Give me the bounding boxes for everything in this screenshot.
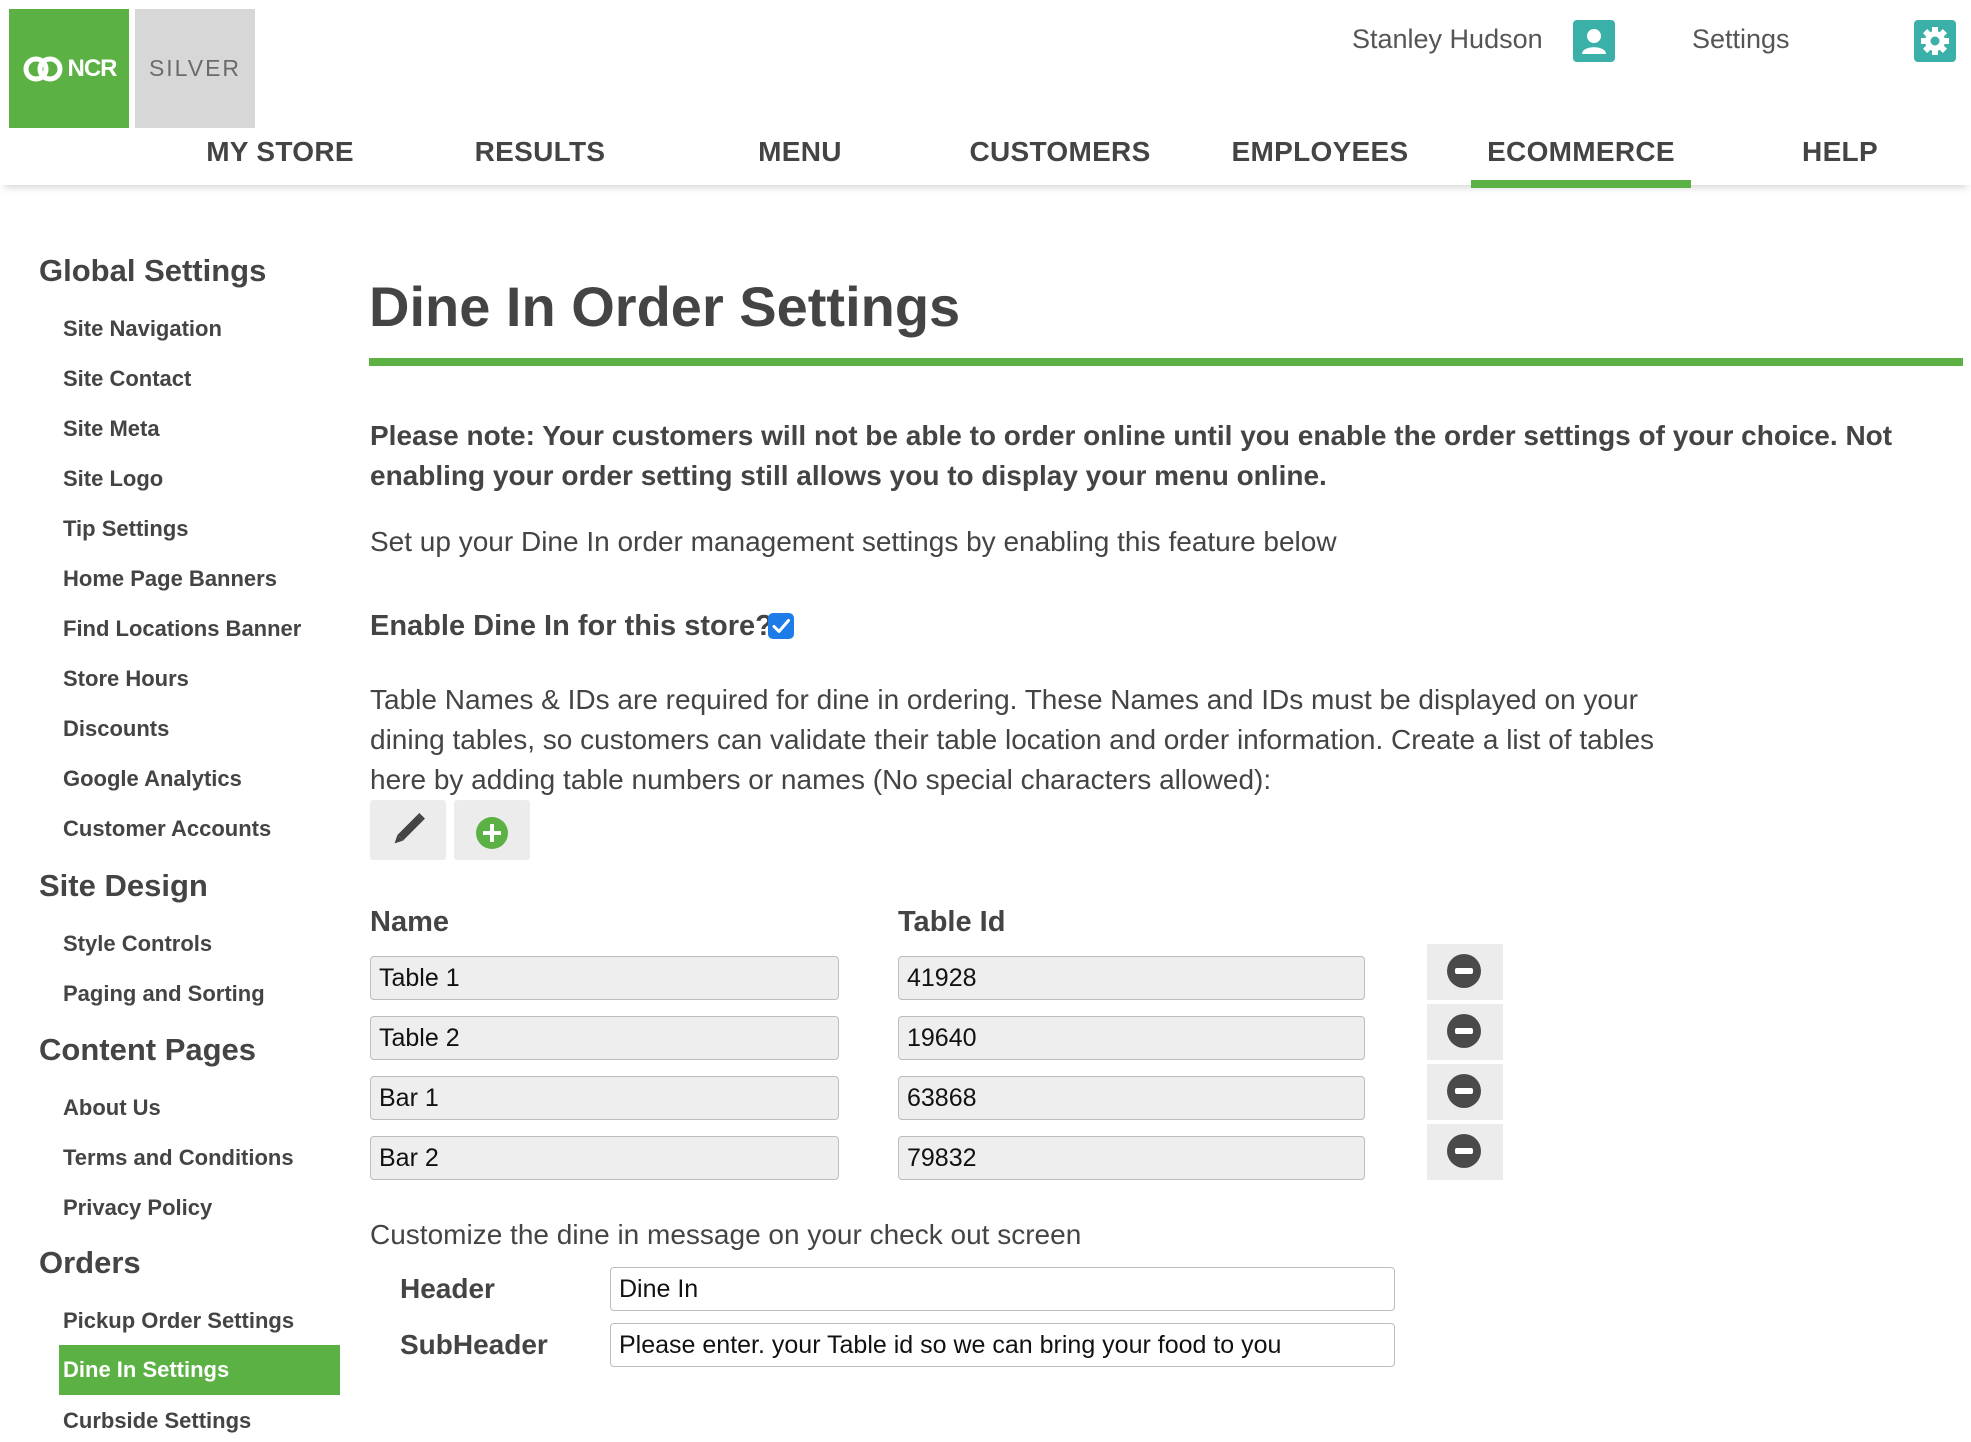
- remove-table-button[interactable]: [1427, 1004, 1503, 1060]
- nav-my-store[interactable]: MY STORE: [180, 132, 380, 180]
- sidebar-item-site-logo[interactable]: Site Logo: [63, 466, 163, 492]
- table-description: Table Names & IDs are required for dine …: [370, 684, 1655, 795]
- sidebar-item-pickup-order-settings[interactable]: Pickup Order Settings: [63, 1308, 294, 1334]
- main-nav: MY STORE RESULTS MENU CUSTOMERS EMPLOYEE…: [0, 132, 1971, 188]
- table-name-input[interactable]: [370, 1136, 839, 1180]
- subheader-field-label: SubHeader: [400, 1329, 548, 1360]
- sidebar-heading-orders: Orders: [39, 1245, 141, 1280]
- sidebar-item-terms-and-conditions[interactable]: Terms and Conditions: [63, 1145, 294, 1171]
- plus-circle-icon: [476, 817, 508, 849]
- table-id-input[interactable]: [898, 1076, 1365, 1120]
- table-name-input[interactable]: [370, 956, 839, 1000]
- customize-message-label: Customize the dine in message on your ch…: [370, 1219, 1082, 1250]
- nav-results[interactable]: RESULTS: [440, 132, 640, 180]
- sidebar-item-google-analytics[interactable]: Google Analytics: [63, 766, 242, 792]
- subheader-message-input[interactable]: [610, 1323, 1395, 1367]
- table-id-column-header: Table Id: [898, 906, 1006, 938]
- nav-menu[interactable]: MENU: [700, 132, 900, 180]
- sidebar-item-style-controls[interactable]: Style Controls: [63, 931, 212, 957]
- sidebar-item-customer-accounts[interactable]: Customer Accounts: [63, 816, 271, 842]
- header-message-input[interactable]: [610, 1267, 1395, 1311]
- sidebar-item-discounts[interactable]: Discounts: [63, 716, 169, 742]
- sidebar-item-curbside-settings[interactable]: Curbside Settings: [63, 1408, 251, 1434]
- ncr-logo-text: NCR: [67, 54, 118, 82]
- sidebar-item-find-locations-banner[interactable]: Find Locations Banner: [63, 616, 301, 642]
- table-name-input[interactable]: [370, 1076, 839, 1120]
- silver-logo-text: SILVER: [148, 55, 242, 81]
- table-id-input[interactable]: [898, 1016, 1365, 1060]
- title-divider: [369, 358, 1963, 366]
- table-name-input[interactable]: [370, 1016, 839, 1060]
- name-column-header: Name: [370, 906, 449, 938]
- sidebar-heading-global-settings: Global Settings: [39, 253, 267, 288]
- sidebar-item-site-contact[interactable]: Site Contact: [63, 366, 191, 392]
- silver-logo[interactable]: SILVER: [135, 9, 255, 128]
- sidebar-item-site-navigation[interactable]: Site Navigation: [63, 316, 222, 342]
- sidebar-heading-site-design: Site Design: [39, 868, 208, 903]
- add-table-button[interactable]: [454, 800, 530, 860]
- sidebar-item-about-us[interactable]: About Us: [63, 1095, 161, 1121]
- gear-icon[interactable]: [1914, 20, 1956, 62]
- enable-dine-in-checkbox[interactable]: [768, 613, 794, 639]
- nav-customers[interactable]: CUSTOMERS: [960, 132, 1160, 180]
- top-bar: NCR SILVER Stanley Hudson Settings MY ST…: [0, 0, 1971, 188]
- checkmark-icon: [772, 619, 790, 633]
- sidebar-heading-content-pages: Content Pages: [39, 1032, 257, 1067]
- page-title: Dine In Order Settings: [369, 275, 961, 338]
- user-icon[interactable]: [1573, 20, 1615, 62]
- ncr-logo-mark-icon: [23, 56, 62, 81]
- order-settings-note: Please note: Your customers will not be …: [370, 420, 1893, 491]
- remove-table-button[interactable]: [1427, 1124, 1503, 1180]
- remove-table-button[interactable]: [1427, 944, 1503, 1000]
- nav-help[interactable]: HELP: [1740, 132, 1940, 180]
- sidebar-item-privacy-policy[interactable]: Privacy Policy: [63, 1195, 212, 1221]
- sidebar-item-paging-and-sorting[interactable]: Paging and Sorting: [63, 981, 265, 1007]
- edit-tables-button[interactable]: [370, 800, 446, 860]
- table-id-input[interactable]: [898, 956, 1365, 1000]
- enable-dine-in-label: Enable Dine In for this store?: [370, 610, 773, 642]
- pencil-icon: [394, 813, 425, 844]
- header-field-label: Header: [400, 1273, 495, 1304]
- sidebar-item-home-page-banners[interactable]: Home Page Banners: [63, 566, 277, 592]
- user-name[interactable]: Stanley Hudson: [1352, 24, 1543, 55]
- sidebar-item-site-meta[interactable]: Site Meta: [63, 416, 160, 442]
- intro-text: Set up your Dine In order management set…: [370, 526, 1337, 557]
- sidebar-item-tip-settings[interactable]: Tip Settings: [63, 516, 189, 542]
- sidebar-item-dine-in-settings[interactable]: Dine In Settings: [59, 1345, 340, 1395]
- sidebar-item-store-hours[interactable]: Store Hours: [63, 666, 189, 692]
- nav-ecommerce[interactable]: ECOMMERCE: [1471, 132, 1691, 188]
- nav-employees[interactable]: EMPLOYEES: [1220, 132, 1420, 180]
- remove-table-button[interactable]: [1427, 1064, 1503, 1120]
- settings-link[interactable]: Settings: [1692, 24, 1790, 55]
- ncr-logo[interactable]: NCR: [9, 9, 129, 128]
- table-id-input[interactable]: [898, 1136, 1365, 1180]
